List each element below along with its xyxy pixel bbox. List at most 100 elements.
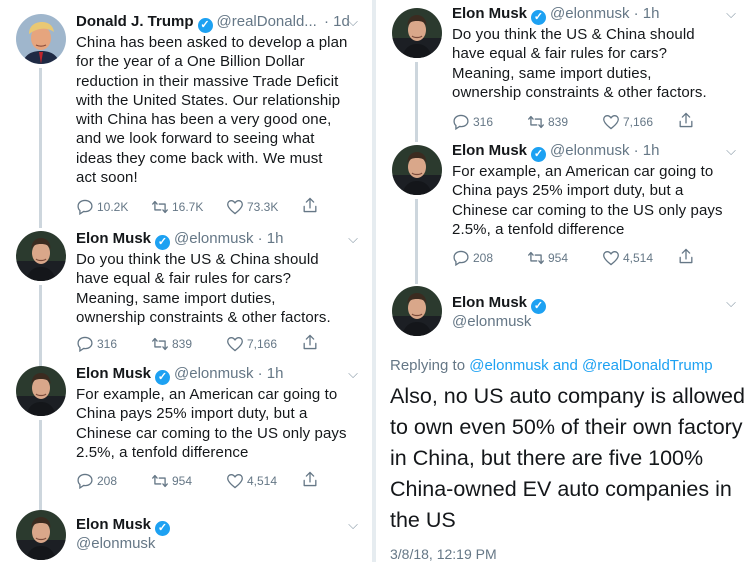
reply-button[interactable]: 10.2K <box>76 199 151 215</box>
tweet-timestamp[interactable]: 3/8/18, 12:19 PM <box>390 546 497 562</box>
reply-icon <box>76 336 94 352</box>
like-button[interactable]: 4,514 <box>226 473 301 489</box>
tweet-line: Do you think the US & China should <box>452 26 695 43</box>
tweet-trump[interactable]: Donald J. Trump ✓ @realDonald... · 1d ⌵ Ch… <box>0 12 372 228</box>
chevron-down-icon[interactable]: ⌵ <box>348 12 358 32</box>
reply-icon <box>76 199 94 215</box>
heart-icon <box>226 336 244 352</box>
tweet-line: For example, an American car going to <box>76 386 338 403</box>
reply-count: 208 <box>473 250 494 265</box>
avatar-musk[interactable] <box>392 145 442 195</box>
author-handle[interactable]: @elonmusk <box>76 535 155 552</box>
share-button[interactable] <box>677 248 695 267</box>
like-button[interactable]: 7,166 <box>226 336 301 352</box>
like-count: 7,166 <box>247 336 278 351</box>
tweet-line: Do you think the US & China should <box>76 251 319 268</box>
chevron-down-icon[interactable]: ⌵ <box>726 4 736 24</box>
thread-line <box>39 68 42 228</box>
reply-button[interactable]: 208 <box>452 250 527 266</box>
author-name[interactable]: Donald J. Trump <box>76 13 194 30</box>
avatar-musk[interactable] <box>16 231 66 281</box>
avatar-musk[interactable] <box>392 286 442 336</box>
author-handle[interactable]: @elonmusk <box>452 313 531 330</box>
tweet-musk-3-header[interactable]: Elon Musk ✓ ⌵ @elonmusk <box>0 510 372 562</box>
heart-icon <box>226 473 244 489</box>
replying-to: Replying to @elonmusk and @realDonaldTru… <box>390 357 713 374</box>
like-count: 4,514 <box>247 473 278 488</box>
reply-button[interactable]: 316 <box>452 114 527 130</box>
reply-button[interactable]: 208 <box>76 473 151 489</box>
tweet-musk-1[interactable]: Elon Musk ✓ @elonmusk · 1h ⌵ Do you think … <box>376 4 750 142</box>
retweet-button[interactable]: 954 <box>151 473 226 489</box>
verified-check-icon: ✓ <box>531 299 547 314</box>
mention-link[interactable]: @elonmusk <box>469 357 548 374</box>
author-name[interactable]: Elon Musk <box>76 516 151 533</box>
replying-and: and <box>552 357 578 374</box>
share-icon <box>677 112 695 128</box>
chevron-down-icon[interactable]: ⌵ <box>348 229 358 249</box>
tweet-text: Do you think the US & China should have … <box>76 250 358 327</box>
author-name[interactable]: Elon Musk <box>452 142 527 159</box>
reply-icon <box>452 250 470 266</box>
author-handle[interactable]: @elonmusk · 1h <box>550 142 659 159</box>
reply-button[interactable]: 316 <box>76 336 151 352</box>
retweet-button[interactable]: 954 <box>527 250 602 266</box>
share-icon <box>301 471 319 487</box>
author-name[interactable]: Elon Musk <box>452 5 527 22</box>
tweet-line: China-owned EV auto companies in <box>390 477 732 501</box>
like-count: 73.3K <box>247 199 279 214</box>
retweet-button[interactable]: 839 <box>151 336 226 352</box>
author-handle[interactable]: @elonmusk · 1h <box>174 365 283 382</box>
tweet-header: Donald J. Trump ✓ @realDonald... · 1d ⌵ <box>76 12 358 33</box>
focal-tweet-text: Also, no US auto company is allowed to o… <box>390 381 745 536</box>
tweet-line: the US <box>390 508 456 532</box>
author-name[interactable]: Elon Musk <box>76 230 151 247</box>
chevron-down-icon[interactable]: ⌵ <box>726 293 736 313</box>
verified-check-icon: ✓ <box>531 10 547 25</box>
tweet-musk-2[interactable]: Elon Musk ✓ @elonmusk · 1h ⌵ For example, … <box>0 364 372 510</box>
author-handle[interactable]: @realDonald... <box>217 13 317 30</box>
retweet-button[interactable]: 16.7K <box>151 199 226 215</box>
tweet-musk-3-header[interactable]: Elon Musk ✓ ⌵ @elonmusk <box>376 286 750 346</box>
like-button[interactable]: 7,166 <box>602 114 677 130</box>
tweet-musk-2[interactable]: Elon Musk ✓ @elonmusk · 1h ⌵ For example, … <box>376 141 750 284</box>
mention-link[interactable]: @realDonaldTrump <box>582 357 713 374</box>
avatar-musk[interactable] <box>16 366 66 416</box>
chevron-down-icon[interactable]: ⌵ <box>726 141 736 161</box>
reply-count: 316 <box>473 114 494 129</box>
tweet-musk-1[interactable]: Elon Musk ✓ @elonmusk · 1h ⌵ Do you think … <box>0 229 372 370</box>
reply-count: 10.2K <box>97 199 129 214</box>
tweet-header: Elon Musk ✓ @elonmusk · 1h ⌵ <box>452 141 736 162</box>
tweet-header: Elon Musk ✓ ⌵ <box>452 293 736 314</box>
avatar-trump[interactable] <box>16 14 66 64</box>
retweet-icon <box>151 199 169 215</box>
tweet-header: Elon Musk ✓ @elonmusk · 1h ⌵ <box>76 364 358 385</box>
tweet-line: Also, no US auto company is allowed <box>390 384 745 408</box>
share-button[interactable] <box>301 471 319 490</box>
share-icon <box>301 197 319 213</box>
tweet-actions: 316 839 7,166 <box>76 334 319 353</box>
author-name[interactable]: Elon Musk <box>76 365 151 382</box>
retweet-button[interactable]: 839 <box>527 114 602 130</box>
retweet-count: 954 <box>548 250 569 265</box>
retweet-count: 16.7K <box>172 199 204 214</box>
chevron-down-icon[interactable]: ⌵ <box>348 515 358 535</box>
retweet-icon <box>151 473 169 489</box>
author-handle[interactable]: @elonmusk · 1h <box>174 230 283 247</box>
like-button[interactable]: 73.3K <box>226 199 301 215</box>
retweet-icon <box>527 250 545 266</box>
share-button[interactable] <box>301 197 319 216</box>
author-name[interactable]: Elon Musk <box>452 294 527 311</box>
like-button[interactable]: 4,514 <box>602 250 677 266</box>
tweet-text: For example, an American car going to Ch… <box>76 385 358 462</box>
retweet-count: 954 <box>172 473 193 488</box>
author-handle[interactable]: @elonmusk · 1h <box>550 5 659 22</box>
share-button[interactable] <box>301 334 319 353</box>
avatar-musk[interactable] <box>16 510 66 560</box>
tweet-text: China has been asked to develop a plan f… <box>76 33 358 187</box>
chevron-down-icon[interactable]: ⌵ <box>348 364 358 384</box>
share-icon <box>677 248 695 264</box>
share-button[interactable] <box>677 112 695 131</box>
avatar-musk[interactable] <box>392 8 442 58</box>
right-thread-panel: Elon Musk ✓ @elonmusk · 1h ⌵ Do you think … <box>376 0 750 562</box>
